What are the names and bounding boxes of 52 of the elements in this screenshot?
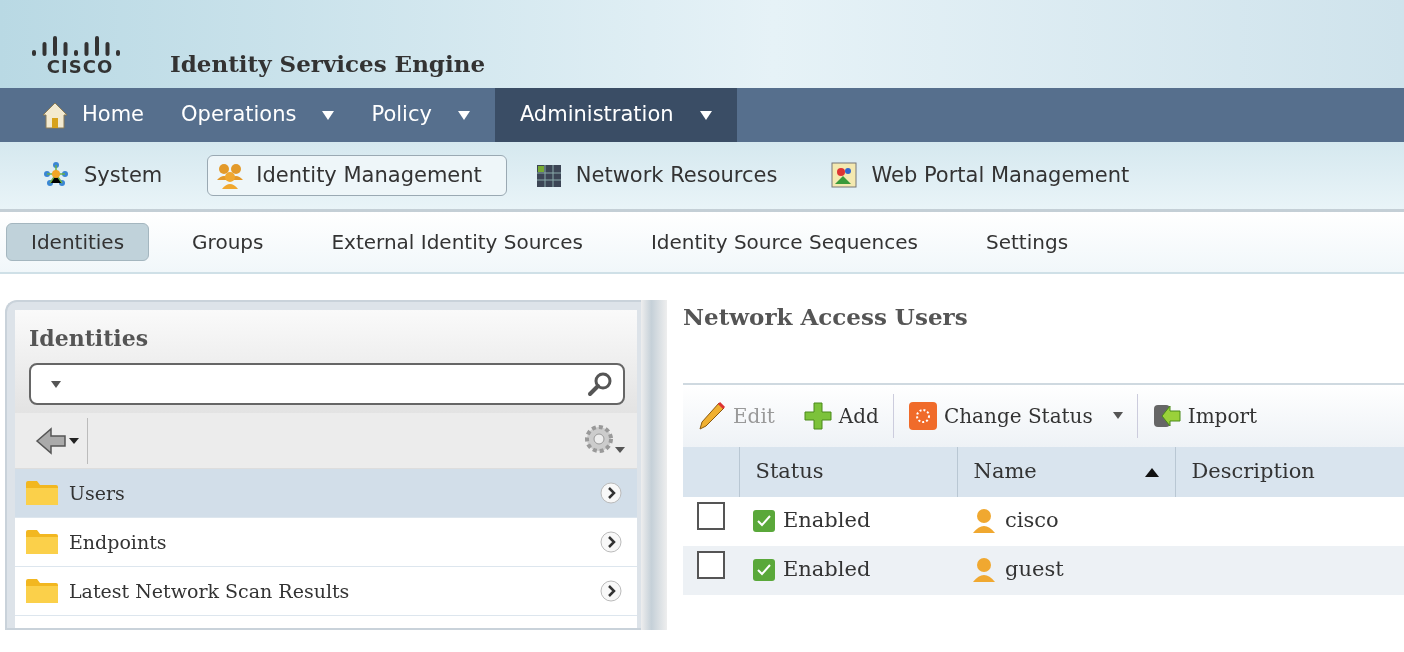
caret-icon [322,110,335,120]
folder-icon [25,528,59,556]
page-tab[interactable]: Identities [6,223,150,261]
page-title: Network Access Users [683,302,969,332]
status-icon [907,400,938,431]
picture-frame-icon [831,161,860,190]
app-title: Identity Services Engine [170,50,486,76]
folder-icon [25,479,59,507]
page-tab[interactable]: Identity Source Sequences [625,223,944,261]
section-tab[interactable]: Identity Management [207,154,507,197]
chevron-icon[interactable] [599,579,623,603]
chevron-icon[interactable] [599,481,623,505]
nav-tab[interactable]: Policy [359,88,495,142]
section-tab[interactable]: Web Portal Management [822,154,1155,197]
tree-item[interactable]: Endpoints [15,518,637,567]
folder-icon [25,577,59,605]
page-tab[interactable]: External Identity Sources [306,223,608,261]
plus-icon [802,400,833,431]
section-tab[interactable]: System [35,154,188,197]
user-icon [971,557,997,583]
caret-icon [51,380,61,388]
logo-text: CISCO [46,58,114,76]
column-header[interactable]: Description [1175,446,1404,497]
pencil-icon [697,400,727,431]
table-cell-text: cisco [1005,507,1059,535]
people-icon [216,161,245,190]
toolbar-button[interactable]: Add [788,384,893,447]
row-checkbox[interactable] [697,502,725,531]
chevron-icon[interactable] [599,530,623,554]
table-cell-text: guest [1005,556,1064,584]
home-icon [42,101,68,129]
tree-item[interactable]: Latest Network Scan Results [15,567,637,616]
page-tab[interactable]: Groups [167,223,289,261]
page-tab[interactable]: Settings [961,223,1094,261]
toolbar-button[interactable]: Change Status [893,384,1137,447]
nav-tab[interactable]: Operations [169,88,360,142]
tree-item[interactable]: Users [15,469,637,518]
caret-icon [457,110,470,120]
column-header[interactable]: Name [957,446,1175,497]
section-tab[interactable]: Network Resources [526,154,803,197]
nav-tab[interactable]: Home [30,88,169,142]
row-checkbox[interactable] [697,551,725,580]
caret-icon [699,110,712,120]
user-icon [971,508,997,534]
toolbar-button[interactable]: Import [1137,384,1272,447]
panel-title: Identities [29,324,150,353]
nav-tab[interactable]: Administration [494,88,737,142]
table-cell-text: Enabled [783,507,871,535]
search-field[interactable] [29,363,625,405]
search-icon [587,371,613,397]
table-cell-text: Enabled [783,556,871,584]
column-header[interactable]: Status [739,446,957,497]
